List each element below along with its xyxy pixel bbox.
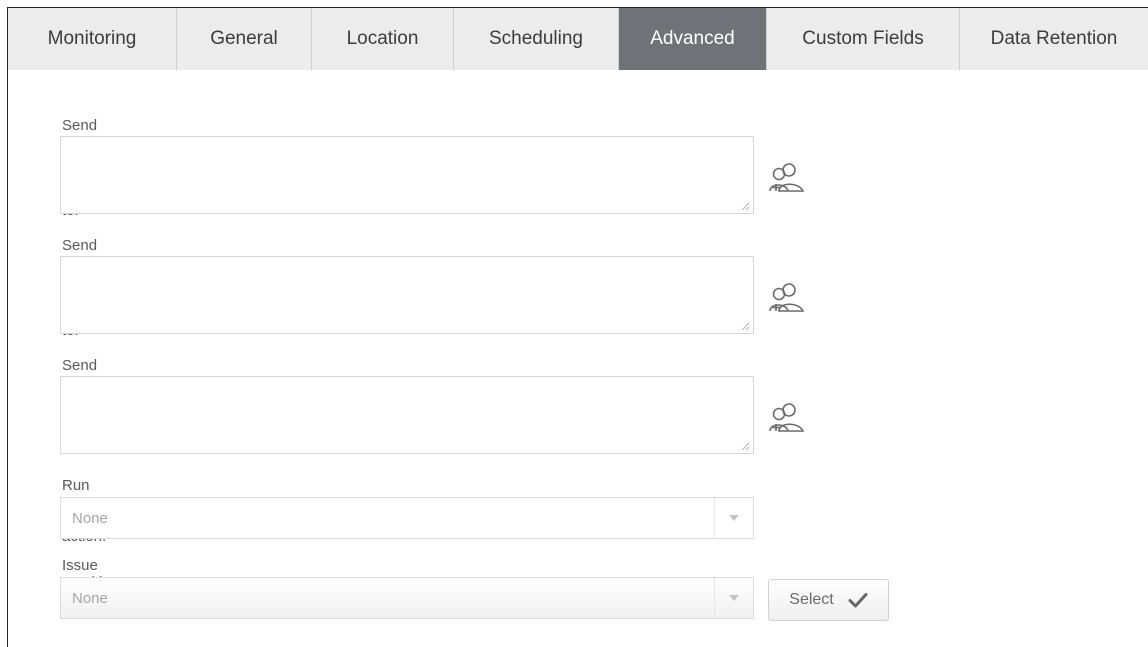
post-scan-email-field[interactable] xyxy=(60,256,754,334)
resize-grip-icon[interactable] xyxy=(741,442,750,451)
add-contacts-icon[interactable] xyxy=(766,280,806,314)
select-button-label: Select xyxy=(789,591,834,608)
tab-scheduling[interactable]: Scheduling xyxy=(454,8,619,70)
tab-location[interactable]: Location xyxy=(312,8,454,70)
tab-data-retention[interactable]: Data Retention xyxy=(960,8,1148,70)
tab-advanced[interactable]: Advanced xyxy=(619,8,767,70)
tab-general[interactable]: General xyxy=(177,8,312,70)
tab-custom-fields[interactable]: Custom Fields xyxy=(767,8,960,70)
add-contacts-icon[interactable] xyxy=(766,160,806,194)
resize-grip-icon[interactable] xyxy=(741,202,750,211)
caret-down-icon[interactable] xyxy=(715,514,753,522)
add-contacts-icon[interactable] xyxy=(766,400,806,434)
tab-bar: Monitoring General Location Scheduling A… xyxy=(8,8,1148,70)
caret-down-icon[interactable] xyxy=(715,594,753,602)
issue-tracking-select[interactable]: None xyxy=(60,577,754,619)
select-button[interactable]: Select xyxy=(768,579,889,621)
tab-monitoring[interactable]: Monitoring xyxy=(8,8,177,70)
resize-grip-icon[interactable] xyxy=(741,322,750,331)
scan-failure-email-field[interactable] xyxy=(60,376,754,454)
post-scan-action-select[interactable]: None xyxy=(60,497,754,539)
pre-scan-email-field[interactable] xyxy=(60,136,754,214)
post-scan-action-value: None xyxy=(72,509,108,527)
issue-tracking-value: None xyxy=(72,589,108,607)
checkmark-icon xyxy=(848,593,868,608)
